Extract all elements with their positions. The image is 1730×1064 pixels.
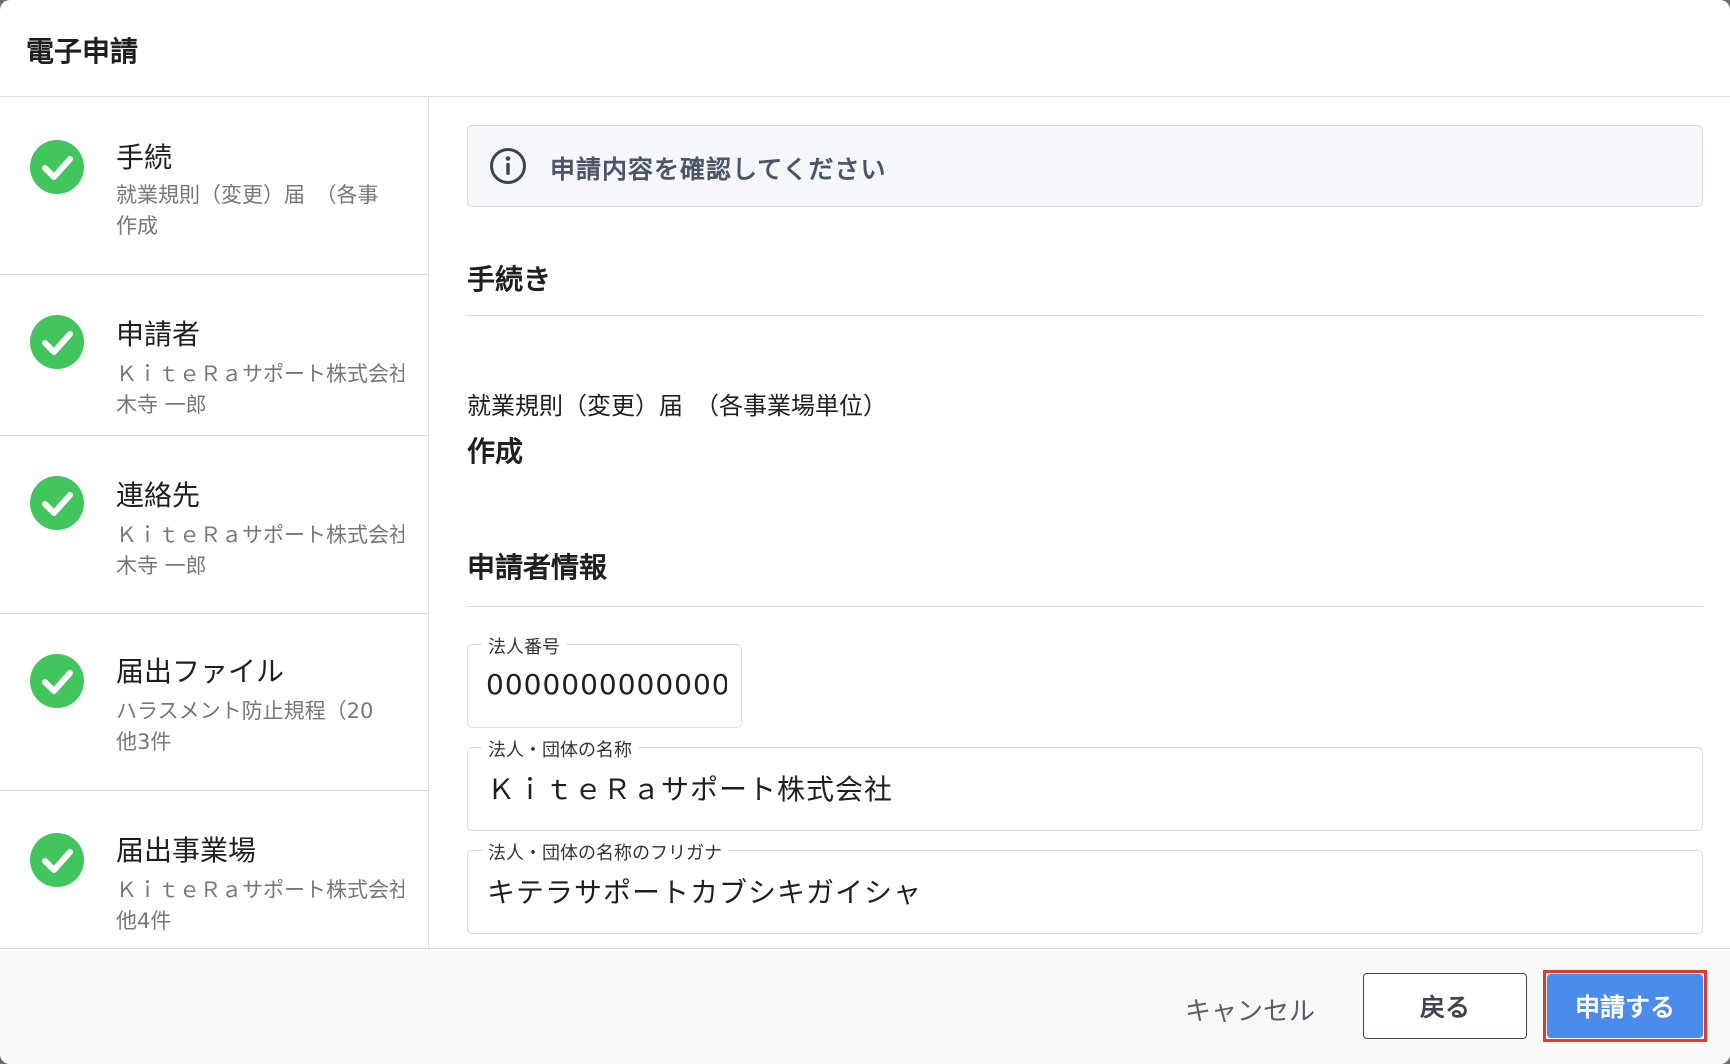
step-summary-line: ハラスメント防止規程（20 <box>116 699 374 723</box>
step-applicant[interactable]: 申請者 ＫｉｔｅＲａサポート株式会社 木寺 一郎 <box>0 275 428 436</box>
step-summary-line: 作成 <box>116 214 158 238</box>
alert-message: 申請内容を確認してください <box>550 155 887 184</box>
check-circle-icon <box>30 654 84 708</box>
step-title: 届出ファイル <box>116 655 285 688</box>
check-circle-icon <box>30 315 84 369</box>
review-content[interactable]: 申請内容を確認してください 手続き 就業規則（変更）届 （各事業場単位） 作成 … <box>430 98 1730 948</box>
confirm-alert: 申請内容を確認してください <box>467 125 1703 207</box>
divider <box>467 606 1703 607</box>
divider <box>467 315 1703 316</box>
corporate-number-field[interactable]: 法人番号 <box>467 633 742 728</box>
step-summary-line: ＫｉｔｅＲａサポート株式会社 <box>116 362 404 386</box>
field-label: 法人番号 <box>482 633 566 659</box>
step-summary: ハラスメント防止規程（20 他3件 <box>116 696 404 758</box>
step-summary: ＫｉｔｅＲａサポート株式会社 木寺 一郎 <box>116 359 404 421</box>
org-name-input[interactable] <box>487 771 1684 804</box>
check-circle-icon <box>30 140 84 194</box>
step-title: 届出事業場 <box>116 834 257 867</box>
info-icon <box>488 146 528 190</box>
field-label: 法人・団体の名称 <box>482 736 638 762</box>
step-summary: 就業規則（変更）届 （各事 作成 <box>116 180 404 242</box>
step-title: 連絡先 <box>116 479 201 512</box>
dialog-header: 電子申請 <box>0 0 1730 97</box>
step-procedure[interactable]: 手続 就業規則（変更）届 （各事 作成 <box>0 98 428 275</box>
e-application-dialog: 電子申請 手続 就業規則（変更）届 （各事 作成 申請者 ＫｉｔｅＲａサポート株… <box>0 0 1730 1064</box>
step-summary-line: 他3件 <box>116 730 172 754</box>
step-files[interactable]: 届出ファイル ハラスメント防止規程（20 他3件 <box>0 614 428 791</box>
field-label: 法人・団体の名称のフリガナ <box>482 839 728 865</box>
check-circle-icon <box>30 476 84 530</box>
submit-button[interactable]: 申請する <box>1547 974 1703 1038</box>
step-summary: ＫｉｔｅＲａサポート株式会社 木寺 一郎 <box>116 520 404 582</box>
corporate-number-input[interactable] <box>486 668 727 701</box>
procedure-action: 作成 <box>467 435 524 468</box>
org-name-field[interactable]: 法人・団体の名称 <box>467 736 1703 831</box>
step-sidebar: 手続 就業規則（変更）届 （各事 作成 申請者 ＫｉｔｅＲａサポート株式会社 木… <box>0 98 429 948</box>
back-button[interactable]: 戻る <box>1363 973 1527 1039</box>
step-summary-line: 木寺 一郎 <box>116 393 207 417</box>
step-title: 申請者 <box>116 318 201 351</box>
step-contact[interactable]: 連絡先 ＫｉｔｅＲａサポート株式会社 木寺 一郎 <box>0 436 428 614</box>
applicant-section-title: 申請者情報 <box>467 551 608 584</box>
procedure-name: 就業規則（変更）届 （各事業場単位） <box>467 392 887 420</box>
step-summary-line: 就業規則（変更）届 （各事 <box>116 183 379 207</box>
dialog-title: 電子申請 <box>26 35 139 68</box>
step-summary-line: ＫｉｔｅＲａサポート株式会社 <box>116 523 404 547</box>
check-circle-icon <box>30 833 84 887</box>
dialog-footer: キャンセル 戻る 申請する <box>0 948 1730 1064</box>
org-name-kana-input[interactable] <box>487 874 1684 907</box>
org-name-kana-field[interactable]: 法人・団体の名称のフリガナ <box>467 839 1703 934</box>
step-summary-line: 木寺 一郎 <box>116 554 207 578</box>
step-title: 手続 <box>116 141 173 174</box>
step-workplaces[interactable]: 届出事業場 ＫｉｔｅＲａサポート株式会社 他4件 <box>0 791 428 948</box>
step-summary: ＫｉｔｅＲａサポート株式会社 他4件 <box>116 875 404 937</box>
procedure-section-title: 手続き <box>467 263 552 296</box>
step-summary-line: 他4件 <box>116 909 172 933</box>
step-summary-line: ＫｉｔｅＲａサポート株式会社 <box>116 878 404 902</box>
cancel-button[interactable]: キャンセル <box>1170 979 1330 1039</box>
